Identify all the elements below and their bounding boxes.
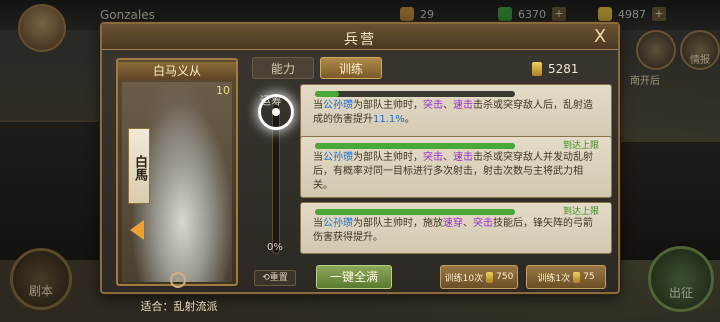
fill-all-button[interactable]: 一键全满 (316, 265, 392, 289)
hero-suitability: 适合：乱射流派 (140, 300, 218, 313)
barracks-dialog: 兵营 X 白马义从 10 白馬 ⌕ 适合：乱射流派 能力 训练 5281 运筹 … (100, 22, 620, 313)
hero-banner: 白馬 (128, 128, 150, 204)
skill-1-description: 当公孙瓒为部队主帅时，突击、速击击杀或突穿敌人后，乱射造成的伤害提升11.1%。 (313, 100, 593, 125)
training-coin-icon-small (486, 271, 494, 283)
training-coin-icon (532, 62, 542, 76)
train-10-cost: 750 (496, 272, 514, 282)
skill-3-description: 当公孙瓒为部队主帅时，施放速穿、突击技能后，锋矢阵的弓箭伤害获得提升。 (313, 218, 593, 243)
hero-card: 白马义从 10 白馬 ⌕ 适合：乱射流派 (116, 58, 238, 313)
previous-hero-arrow-icon[interactable] (130, 220, 144, 240)
zoom-icon[interactable]: ⌕ (170, 272, 186, 288)
training-coin-counter: 5281 (532, 62, 579, 76)
training-coin-icon-small (573, 271, 581, 283)
tab-ability[interactable]: 能力 (252, 57, 314, 79)
slider-knob-dot (272, 108, 280, 116)
skill-1-progress-bar (315, 91, 339, 97)
dialog-title: 兵营 (344, 32, 376, 48)
dialog-header: 兵营 X (102, 24, 618, 50)
skill-1-progress-track (315, 91, 515, 97)
skill-2-progress-track (315, 143, 515, 149)
hero-name: 白马义从 (118, 62, 236, 80)
skill-panel-3: 到达上限 当公孙瓒为部队主帅时，施放速穿、突击技能后，锋矢阵的弓箭伤害获得提升。 (300, 202, 612, 254)
train-1-cost: 75 (583, 272, 595, 282)
close-button[interactable]: X (590, 27, 610, 47)
train-1-label: 训练1次 (537, 273, 571, 284)
skill-3-progress-track (315, 209, 515, 215)
skill-3-progress-bar (315, 209, 515, 215)
strategy-slider-knob[interactable] (258, 94, 294, 130)
training-coin-value: 5281 (548, 62, 579, 76)
hero-level: 10 (216, 84, 230, 97)
train-10-button[interactable]: 训练10次 750 (440, 265, 518, 289)
train-10-label: 训练10次 (444, 273, 484, 284)
reset-button[interactable]: ⟲重置 (254, 270, 296, 286)
skill-2-description: 当公孙瓒为部队主帅时，突击、速击击杀或突穿敌人并发动乱射后，有概率对同一目标进行… (313, 152, 593, 191)
skill-panel-1: 当公孙瓒为部队主帅时，突击、速击击杀或突穿敌人后，乱射造成的伤害提升11.1%。 (300, 84, 612, 144)
skill-2-progress-bar (315, 143, 515, 149)
skill-panel-2: 到达上限 当公孙瓒为部队主帅时，突击、速击击杀或突穿敌人并发动乱射后，有概率对同… (300, 136, 612, 198)
tab-train[interactable]: 训练 (320, 57, 382, 79)
reset-icon: ⟲ (262, 273, 270, 283)
train-1-button[interactable]: 训练1次 75 (526, 265, 606, 289)
strategy-slider-percent: 0% (267, 242, 283, 253)
